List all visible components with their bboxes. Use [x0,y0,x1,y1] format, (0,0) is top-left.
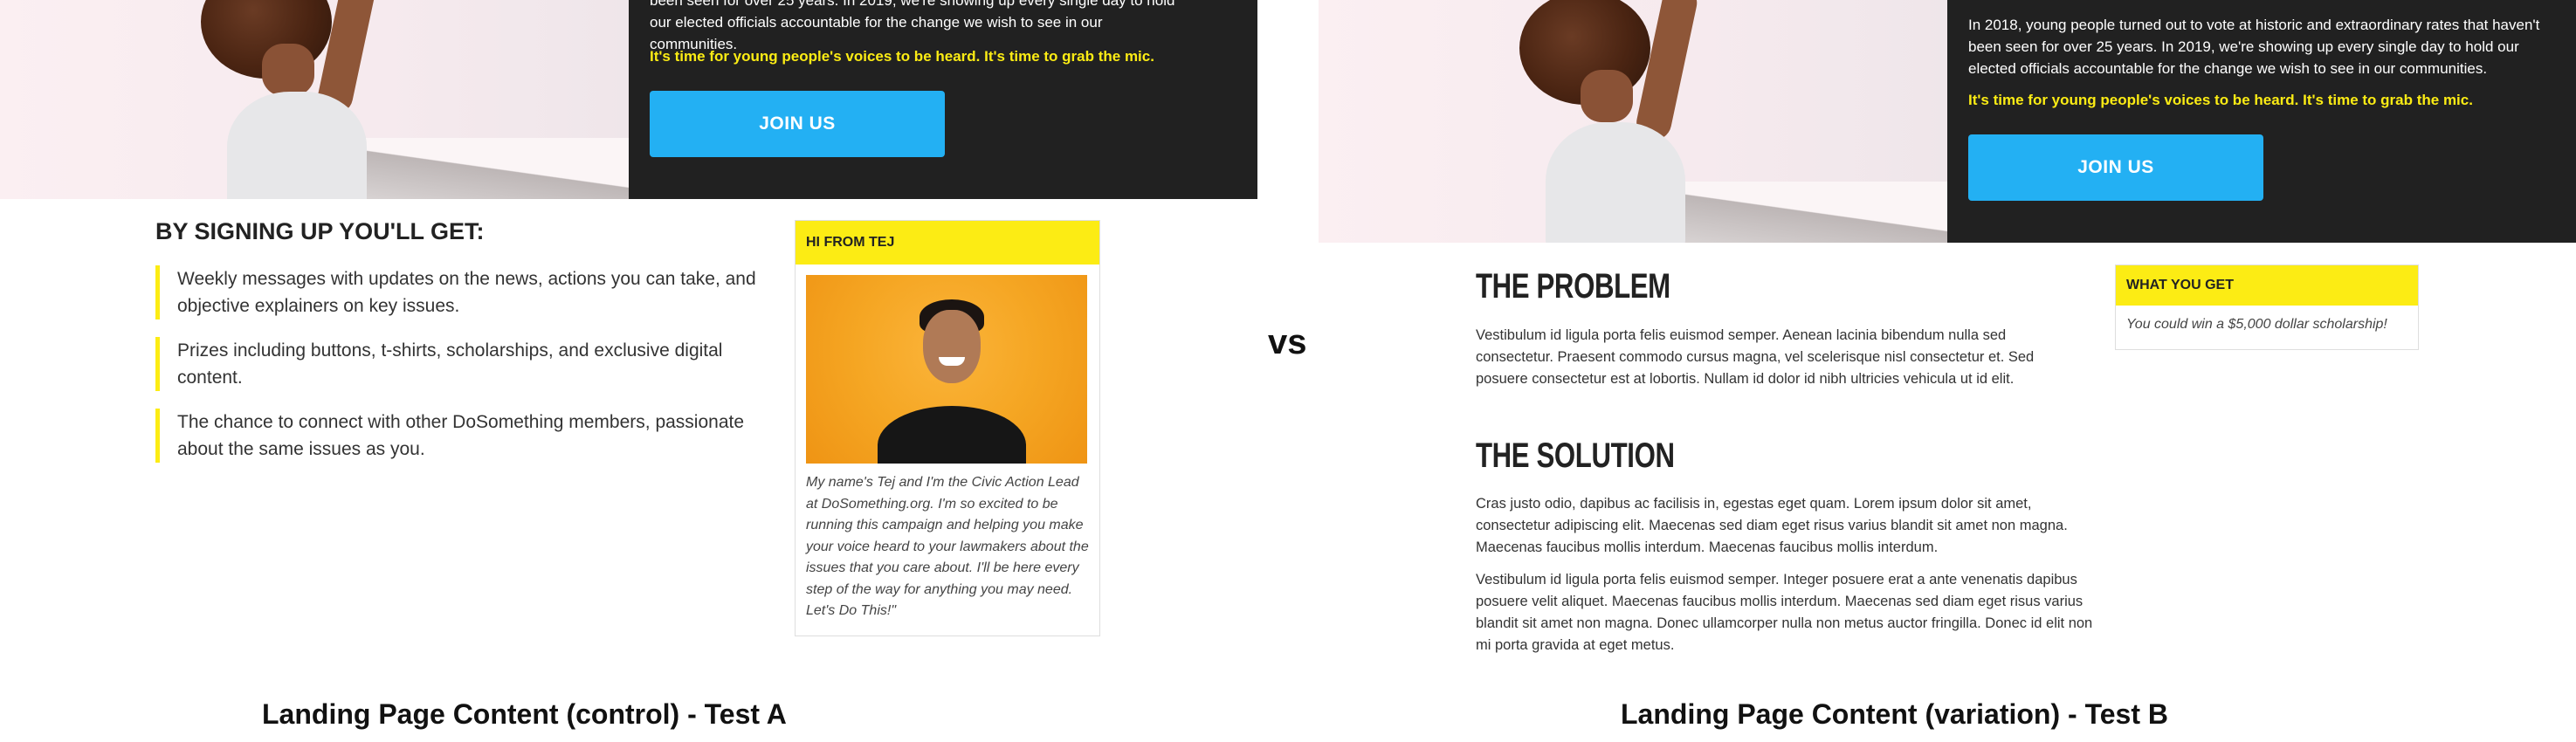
card-header: HI FROM TEJ [796,221,1099,265]
hero-text-block: been seen for over 25 years. In 2019, we… [629,0,1257,199]
join-us-button[interactable]: JOIN US [1968,134,2263,201]
benefits-list: Weekly messages with updates on the news… [155,265,758,480]
join-us-button[interactable]: JOIN US [650,91,945,157]
solution-title: THE SOLUTION [1476,436,1675,475]
card-header: WHAT YOU GET [2116,265,2418,306]
list-item: Prizes including buttons, t-shirts, scho… [155,337,758,391]
problem-title: THE PROBLEM [1476,267,1670,306]
tej-card: HI FROM TEJ My name's Tej and I'm the Ci… [795,220,1100,636]
hero-image [0,0,629,199]
solution-text-1: Cras justo odio, dapibus ac facilisis in… [1476,496,2068,555]
control-hero: been seen for over 25 years. In 2019, we… [0,0,1257,199]
what-you-get-card: WHAT YOU GET You could win a $5,000 doll… [2115,265,2419,350]
card-text: My name's Tej and I'm the Civic Action L… [806,475,1089,618]
hero-cta-text: It's time for young people's voices to b… [1968,92,2473,108]
problem-text: Vestibulum id ligula porta felis euismod… [1476,327,2035,387]
benefits-title: BY SIGNING UP YOU'LL GET: [155,218,485,244]
control-panel: been seen for over 25 years. In 2019, we… [0,0,1257,742]
variation-hero: In 2018, young people turned out to vote… [1319,0,2576,243]
list-item: The chance to connect with other DoSomet… [155,409,758,463]
variation-panel: In 2018, young people turned out to vote… [1319,0,2576,742]
caption-variation: Landing Page Content (variation) - Test … [1621,698,2168,730]
hero-text-block: In 2018, young people turned out to vote… [1947,0,2576,243]
caption-control: Landing Page Content (control) - Test A [262,698,787,730]
hero-cta-text: It's time for young people's voices to b… [650,48,1154,65]
solution-text-2: Vestibulum id ligula porta felis euismod… [1476,572,2093,653]
tej-photo [806,275,1087,464]
hero-description: In 2018, young people turned out to vote… [1968,17,2540,77]
list-item: Weekly messages with updates on the news… [155,265,758,319]
card-text: You could win a $5,000 dollar scholarshi… [2126,317,2387,332]
vs-label: vs [1268,323,1307,361]
hero-image [1319,0,1947,243]
